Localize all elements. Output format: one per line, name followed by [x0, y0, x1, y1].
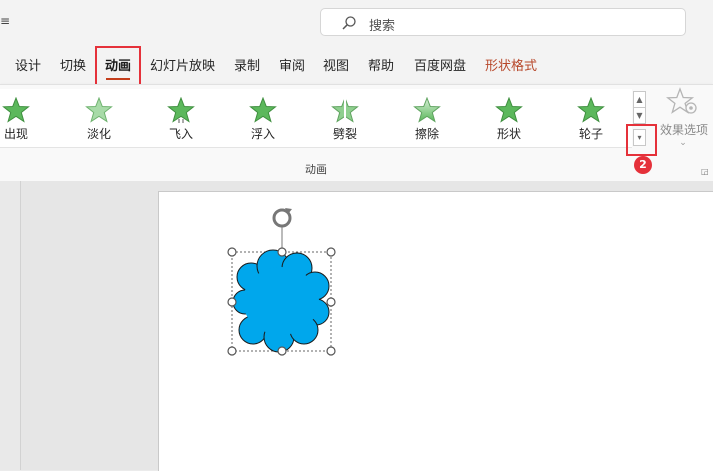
workspace	[0, 181, 713, 471]
animation-label: 劈裂	[332, 127, 357, 141]
animation-label: 出现	[3, 127, 28, 141]
chevron-down-icon: ▼	[636, 111, 643, 120]
star-fly-in-icon	[167, 97, 195, 123]
star-split-icon	[331, 97, 359, 123]
animation-gallery: 出现 淡化 飞入 浮入 劈裂 擦除 形状 轮子	[0, 89, 632, 148]
tab-help[interactable]: 帮助	[368, 55, 394, 74]
tab-baidu-netdisk[interactable]: 百度网盘	[414, 55, 466, 74]
ribbon-panel: 出现 淡化 飞入 浮入 劈裂 擦除 形状 轮子 ▲ ▼ ▾ 动画 ◲ 效果选项 …	[0, 84, 713, 182]
star-icon	[2, 97, 30, 123]
dialog-launcher-icon[interactable]: ◲	[701, 167, 709, 176]
tab-slideshow[interactable]: 幻灯片放映	[150, 55, 215, 74]
chevron-up-icon: ▲	[636, 95, 643, 104]
title-edge-text: ≡	[0, 14, 11, 28]
animation-label: 飞入	[168, 127, 193, 141]
highlight-animations-tab	[95, 46, 141, 86]
effect-options-icon	[665, 87, 697, 114]
slide-canvas[interactable]	[158, 191, 713, 471]
star-fade-icon	[85, 97, 113, 123]
tab-record[interactable]: 录制	[234, 55, 260, 74]
group-label-animation: 动画	[305, 163, 327, 176]
animation-wheel[interactable]: 轮子	[561, 97, 621, 147]
animation-split[interactable]: 劈裂	[315, 97, 375, 147]
gallery-scroll-up[interactable]: ▲	[633, 91, 646, 108]
animation-fade[interactable]: 淡化	[69, 97, 129, 147]
effect-options-button[interactable]: 效果选项 ⌄	[653, 87, 713, 155]
star-wheel-icon	[577, 97, 605, 123]
tab-shape-format[interactable]: 形状格式	[485, 55, 537, 74]
animation-fly-in[interactable]: 飞入	[151, 97, 211, 147]
highlight-more-button	[626, 124, 657, 156]
badge-step-2: 2	[634, 156, 652, 174]
animation-wipe[interactable]: 擦除	[397, 97, 457, 147]
gallery-scroll-down[interactable]: ▼	[633, 107, 646, 124]
star-float-in-icon	[249, 97, 277, 123]
animation-appear[interactable]: 出现	[0, 97, 46, 147]
title-bar: ≡ 搜索	[0, 0, 713, 46]
search-icon	[342, 16, 356, 30]
tab-review[interactable]: 审阅	[279, 55, 305, 74]
animation-shape[interactable]: 形状	[479, 97, 539, 147]
slide-thumbnail-pane[interactable]	[0, 181, 21, 470]
slide-canvas-drawing	[227, 208, 336, 356]
effect-options-label: 效果选项	[659, 123, 708, 137]
animation-label: 形状	[496, 127, 521, 141]
rotate-handle-icon[interactable]	[272, 208, 292, 252]
animation-label: 淡化	[86, 127, 111, 141]
search-placeholder: 搜索	[369, 19, 396, 34]
animation-label: 轮子	[578, 127, 603, 141]
animation-label: 浮入	[250, 127, 275, 141]
animation-float-in[interactable]: 浮入	[233, 97, 293, 147]
star-wipe-icon	[413, 97, 441, 123]
chevron-down-icon: ⌄	[679, 138, 687, 148]
tab-transitions[interactable]: 切换	[60, 55, 86, 74]
search-box[interactable]: 搜索	[320, 8, 686, 36]
cloud-shape[interactable]	[232, 249, 330, 353]
star-shape-icon	[495, 97, 523, 123]
animation-label: 擦除	[414, 127, 439, 141]
tab-design[interactable]: 设计	[15, 55, 41, 74]
tab-view[interactable]: 视图	[323, 55, 349, 74]
